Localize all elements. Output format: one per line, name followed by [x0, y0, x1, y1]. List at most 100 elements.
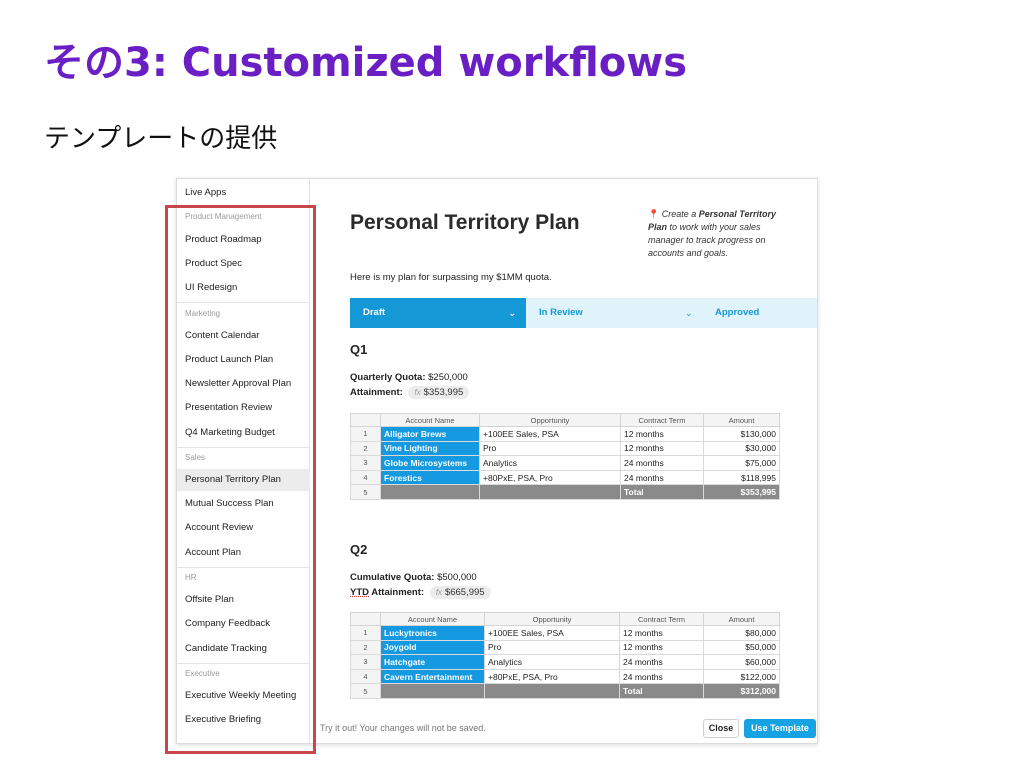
- sidebar-item-personal-territory-plan[interactable]: Personal Territory Plan: [177, 469, 310, 491]
- column-header: Amount: [703, 413, 780, 427]
- sidebar-item-q4-marketing-budget[interactable]: Q4 Marketing Budget: [185, 422, 309, 444]
- column-header: Account Name: [380, 612, 485, 626]
- row-number: 1: [350, 426, 381, 442]
- term-cell[interactable]: 24 months: [620, 469, 704, 486]
- ytd-label: YTD: [350, 587, 369, 598]
- table-row: 3 Hatchgate Analytics 24 months $60,000: [350, 654, 780, 670]
- sidebar-item-account-plan[interactable]: Account Plan: [185, 542, 309, 564]
- term-cell[interactable]: 24 months: [620, 455, 704, 471]
- column-header: Amount: [703, 612, 780, 626]
- sidebar-item-product-roadmap[interactable]: Product Roadmap: [185, 229, 309, 251]
- term-cell[interactable]: 12 months: [620, 440, 704, 457]
- chevron-down-icon: ⌄: [508, 308, 516, 318]
- app-window: Live Apps Product Management Product Roa…: [176, 178, 818, 744]
- opportunity-cell[interactable]: +100EE Sales, PSA: [479, 426, 621, 442]
- sidebar-item-mutual-success-plan[interactable]: Mutual Success Plan: [185, 493, 309, 515]
- table-row: 4 Forestics +80PxE, PSA, Pro 24 months $…: [350, 469, 780, 486]
- opportunity-cell[interactable]: +100EE Sales, PSA: [484, 625, 620, 641]
- table-row: 3 Globe Microsystems Analytics 24 months…: [350, 455, 780, 471]
- sidebar-item-newsletter-approval-plan[interactable]: Newsletter Approval Plan: [185, 373, 309, 395]
- sidebar-item-company-feedback[interactable]: Company Feedback: [185, 613, 309, 635]
- account-cell[interactable]: Luckytronics: [380, 625, 485, 641]
- amount-cell[interactable]: $118,995: [703, 469, 780, 486]
- q1-heading: Q1: [350, 342, 368, 357]
- status-approved[interactable]: Approved: [715, 298, 759, 328]
- attainment-value: $665,995: [444, 587, 485, 598]
- total-empty-cell: [380, 683, 485, 699]
- map-pin-icon: 📍: [648, 209, 660, 219]
- amount-cell[interactable]: $60,000: [703, 654, 780, 670]
- total-empty-cell: [479, 484, 621, 500]
- opportunity-cell[interactable]: Pro: [484, 639, 620, 656]
- account-cell[interactable]: Cavern Entertainment: [380, 668, 485, 685]
- attainment-label: Attainment:: [369, 587, 425, 598]
- status-selector[interactable]: Draft ⌄ In Review ⌄ Approved: [350, 298, 817, 328]
- account-cell[interactable]: Joygold: [380, 639, 485, 656]
- row-number: 2: [350, 440, 381, 457]
- column-header: Opportunity: [479, 413, 621, 427]
- sidebar-section-product-management: Product Management: [185, 212, 262, 221]
- opportunity-cell[interactable]: Pro: [479, 440, 621, 457]
- amount-cell[interactable]: $80,000: [703, 625, 780, 641]
- total-empty-cell: [380, 484, 480, 500]
- slide-subtitle: テンプレートの提供: [44, 124, 278, 154]
- term-cell[interactable]: 12 months: [619, 639, 704, 656]
- opportunity-cell[interactable]: Analytics: [479, 455, 621, 471]
- account-cell[interactable]: Globe Microsystems: [380, 455, 480, 471]
- account-cell[interactable]: Alligator Brews: [380, 426, 480, 442]
- term-cell[interactable]: 12 months: [619, 625, 704, 641]
- table-row: 2 Vine Lighting Pro 12 months $30,000: [350, 440, 780, 457]
- term-cell[interactable]: 24 months: [619, 668, 704, 685]
- template-preview: Personal Territory Plan 📍 Create a Perso…: [310, 179, 817, 743]
- opportunity-cell[interactable]: +80PxE, PSA, Pro: [484, 668, 620, 685]
- account-cell[interactable]: Forestics: [380, 469, 480, 486]
- sidebar-item-account-review[interactable]: Account Review: [185, 517, 309, 539]
- sidebar-item-executive-weekly-meeting[interactable]: Executive Weekly Meeting: [185, 685, 309, 707]
- use-template-button[interactable]: Use Template: [744, 719, 816, 738]
- total-value: $353,995: [703, 484, 780, 500]
- q2-attainment: YTD Attainment: fx $665,995: [350, 586, 491, 599]
- sidebar-item-live-apps[interactable]: Live Apps: [185, 182, 309, 204]
- opportunity-cell[interactable]: +80PxE, PSA, Pro: [479, 469, 621, 486]
- slide-title: その3: Customized workflows: [44, 40, 688, 86]
- sidebar-item-ui-redesign[interactable]: UI Redesign: [185, 277, 309, 299]
- total-empty-cell: [484, 683, 620, 699]
- formula-pill[interactable]: fx $665,995: [429, 586, 491, 599]
- sidebar-divider: [177, 205, 310, 206]
- table-row: 4 Cavern Entertainment +80PxE, PSA, Pro …: [350, 668, 780, 685]
- row-number: 3: [350, 654, 381, 670]
- amount-cell[interactable]: $50,000: [703, 639, 780, 656]
- sidebar-item-offsite-plan[interactable]: Offsite Plan: [185, 589, 309, 611]
- row-number: 3: [350, 455, 381, 471]
- amount-cell[interactable]: $130,000: [703, 426, 780, 442]
- q2-heading: Q2: [350, 542, 368, 557]
- sidebar-item-candidate-tracking[interactable]: Candidate Tracking: [185, 638, 309, 660]
- template-hint: 📍 Create a Personal Territory Plan to wo…: [648, 208, 788, 260]
- template-sidebar: Live Apps Product Management Product Roa…: [177, 179, 310, 743]
- sidebar-item-content-calendar[interactable]: Content Calendar: [185, 325, 309, 347]
- amount-cell[interactable]: $75,000: [703, 455, 780, 471]
- account-cell[interactable]: Vine Lighting: [380, 440, 480, 457]
- column-header: Account Name: [380, 413, 480, 427]
- status-draft[interactable]: Draft ⌄: [350, 298, 526, 328]
- term-cell[interactable]: 24 months: [619, 654, 704, 670]
- sidebar-section-hr: HR: [185, 573, 197, 582]
- account-cell[interactable]: Hatchgate: [380, 654, 485, 670]
- quota-value: $500,000: [437, 572, 477, 583]
- chevron-down-icon: ⌄: [685, 308, 693, 318]
- sidebar-item-executive-briefing[interactable]: Executive Briefing: [185, 709, 309, 731]
- amount-cell[interactable]: $30,000: [703, 440, 780, 457]
- close-button[interactable]: Close: [703, 719, 739, 738]
- column-header: Contract Term: [620, 413, 704, 427]
- sidebar-item-product-spec[interactable]: Product Spec: [185, 253, 309, 275]
- sidebar-divider: [177, 663, 310, 664]
- formula-pill[interactable]: fx $353,995: [408, 386, 470, 399]
- opportunity-cell[interactable]: Analytics: [484, 654, 620, 670]
- document-title: Personal Territory Plan: [350, 211, 580, 234]
- sidebar-item-presentation-review[interactable]: Presentation Review: [185, 397, 309, 419]
- q2-quota: Cumulative Quota: $500,000: [350, 572, 477, 583]
- status-in-review[interactable]: In Review: [539, 298, 583, 328]
- sidebar-item-product-launch-plan[interactable]: Product Launch Plan: [185, 349, 309, 371]
- amount-cell[interactable]: $122,000: [703, 668, 780, 685]
- term-cell[interactable]: 12 months: [620, 426, 704, 442]
